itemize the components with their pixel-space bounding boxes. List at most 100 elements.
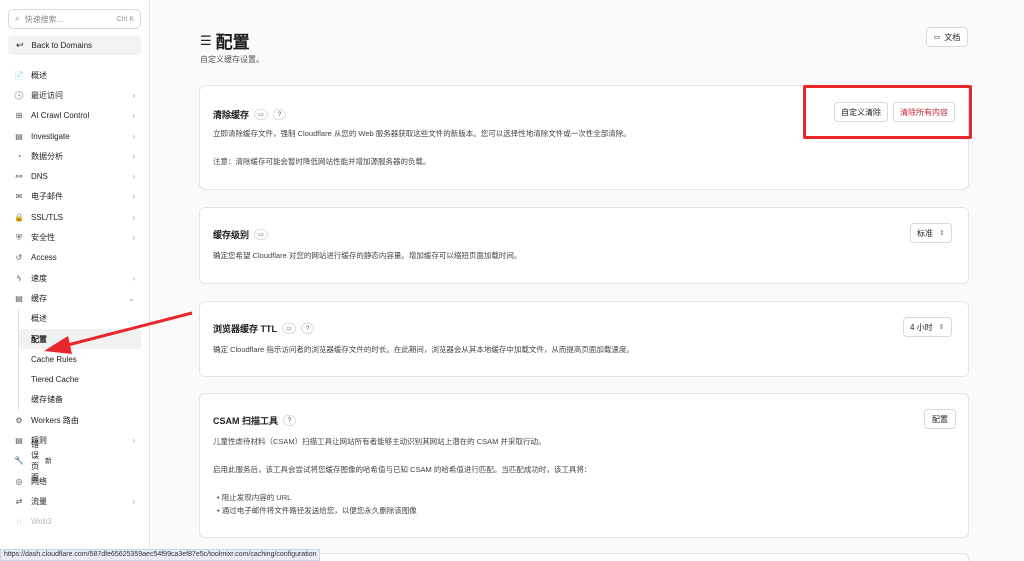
sidebar-item-access[interactable]: ↺ Access	[0, 248, 149, 268]
sidebar-item-investigate[interactable]: ▤ Investigate ›	[0, 126, 149, 146]
chevron-down-icon: ⌄	[128, 293, 135, 303]
sidebar-nav: 📄 概述 🕓 最近访问 › ⊞ AI Crawl Control › ▤ Investiga…	[0, 65, 149, 532]
sidebar-item-traffic[interactable]: ⇄ 流量 ›	[0, 491, 149, 511]
chevron-right-icon: ›	[132, 435, 135, 445]
chevron-right-icon: ›	[132, 172, 135, 182]
cache-level-card: 缓存级别 ▭ 确定您希望 Cloudflare 对您的网站进行缓存的静态内容量。…	[199, 207, 969, 284]
help-icon[interactable]: ?	[283, 415, 296, 426]
chevron-right-icon: ›	[132, 192, 135, 202]
rules-icon: ▤	[15, 435, 23, 445]
sidebar-item-network[interactable]: ◎ 网络	[0, 471, 149, 491]
page-subtitle: 自定义缓存设置。	[200, 55, 264, 64]
sidebar-item-label: 数据分析	[31, 151, 63, 161]
csam-card: CSAM 扫描工具 ? 儿童性虐待材料（CSAM）扫描工具让网站所有者能够主动识…	[199, 393, 969, 538]
list-item: • 通过电子邮件将文件路径发送给您，以便您永久删除该图像	[217, 506, 417, 515]
help-icon[interactable]: ?	[301, 323, 314, 334]
sidebar-subitem-tiered-cache[interactable]: Tiered Cache	[19, 369, 149, 389]
cache-level-select[interactable]: 标准 ⇕	[910, 223, 952, 243]
sidebar-subitem-configuration[interactable]: 配置	[19, 328, 141, 350]
sidebar-item-email[interactable]: ✉ 电子邮件 ›	[0, 187, 149, 207]
list-item: • 阻止发现内容的 URL	[217, 493, 292, 502]
cache-level-value: 标准	[917, 228, 933, 238]
chevron-updown-icon: ⇕	[939, 230, 945, 237]
browser-ttl-description: 确定 Cloudflare 指示访问者的浏览器缓存文件的时长。在此期间，浏览器会…	[213, 345, 634, 354]
sidebar-item-label: SSL/TLS	[31, 212, 64, 222]
csam-configure-button[interactable]: 配置	[924, 409, 956, 429]
page-title-text: 配置	[215, 33, 250, 52]
sidebar-subitem-overview[interactable]: 概述	[19, 309, 149, 329]
workers-icon: ⚙	[15, 415, 23, 425]
documentation-button[interactable]: ▭ 文档	[926, 27, 968, 47]
sidebar-item-caching[interactable]: ▤ 缓存 ⌄	[0, 288, 149, 308]
sidebar-item-error-pages[interactable]: 🔧 错误页面新	[0, 440, 149, 482]
sidebar-item-security[interactable]: ⛨ 安全性 ›	[0, 227, 149, 247]
pie-chart-icon: ◔	[16, 151, 22, 161]
sidebar-item-label: Web3	[31, 517, 52, 527]
wrench-icon: 🔧	[14, 456, 24, 466]
book-icon[interactable]: ▭	[282, 323, 296, 334]
main-content: ☰ 配置 自定义缓存设置。 ▭ 文档 清除缓存 ▭ ? 立即清除缓存文件，强制 …	[151, 0, 1024, 561]
chevron-right-icon: ›	[132, 131, 135, 141]
csam-description-2: 启用此服务后，该工具会尝试将您缓存图像的哈希值与已知 CSAM 的哈希值进行匹配…	[213, 465, 592, 474]
sidebar-subitem-cache-reserve[interactable]: 缓存储备	[19, 390, 149, 410]
back-to-domains-button[interactable]: ↩ Back to Domains	[8, 36, 141, 55]
browser-ttl-select[interactable]: 4 小时 ⇕	[903, 317, 952, 337]
search-box[interactable]: ⌕ 快速搜索... Ctrl K	[8, 9, 141, 29]
highlight-box	[803, 85, 972, 139]
lock-icon: 🔒	[14, 212, 24, 222]
sidebar-item-label: AI Crawl Control	[31, 111, 90, 121]
book-icon[interactable]: ▭	[254, 229, 269, 240]
chevron-right-icon: ›	[132, 273, 135, 283]
sidebar-item-speed[interactable]: ϟ 速度 ›	[0, 268, 149, 288]
shield-icon: ⛨	[16, 232, 22, 242]
sidebar-item-workers-routes[interactable]: ⚙ Workers 路由	[0, 410, 149, 430]
sidebar-subitem-cache-rules[interactable]: Cache Rules	[19, 349, 149, 369]
documentation-label: 文档	[944, 32, 961, 42]
sidebar-item-label: Workers 路由	[31, 415, 79, 425]
chevron-right-icon: ›	[132, 212, 135, 222]
lightning-icon: ϟ	[16, 273, 22, 283]
network-icon: ⚯	[15, 172, 23, 182]
sidebar-item-web3[interactable]: ◌ Web3	[0, 512, 149, 532]
sidebar-item-recent[interactable]: 🕓 最近访问 ›	[0, 85, 149, 105]
browser-ttl-title: 浏览器缓存 TTL ▭ ?	[213, 322, 314, 335]
sidebar-item-label: 缓存	[31, 293, 47, 303]
book-icon[interactable]: ▭	[254, 109, 269, 120]
back-label: Back to Domains	[31, 41, 93, 50]
web3-icon: ◌	[16, 517, 22, 527]
sidebar-item-rules[interactable]: ▤ 规则 ›	[0, 430, 149, 450]
new-badge: 新	[45, 457, 52, 465]
book-icon: ▭	[933, 34, 941, 41]
sidebar-item-label: 安全性	[31, 233, 55, 243]
sidebar: ⌕ 快速搜索... Ctrl K ↩ Back to Domains 📄 概述 🕓…	[0, 0, 150, 561]
sidebar-item-overview[interactable]: 📄 概述	[0, 65, 149, 85]
cache-level-description: 确定您希望 Cloudflare 对您的网站进行缓存的静态内容量。增加缓存可以缩…	[213, 251, 522, 260]
csam-bullet-1: 阻止发现内容的 URL	[221, 493, 292, 502]
browser-ttl-title-text: 浏览器缓存 TTL	[213, 324, 277, 334]
sidebar-item-analytics[interactable]: ◔ 数据分析 ›	[0, 146, 149, 166]
browser-ttl-card: 浏览器缓存 TTL ▭ ? 确定 Cloudflare 指示访问者的浏览器缓存文…	[199, 301, 969, 377]
sidebar-item-ssl[interactable]: 🔒 SSL/TLS ›	[0, 207, 149, 227]
search-placeholder: 快速搜索...	[24, 14, 64, 24]
purge-cache-title: 清除缓存 ▭ ?	[213, 108, 287, 121]
help-icon[interactable]: ?	[273, 109, 287, 120]
grid-icon: ⊞	[15, 111, 23, 121]
back-arrow-icon: ↩	[16, 40, 24, 50]
sidebar-item-label: 网络	[31, 476, 47, 486]
clock-icon: 🕓	[14, 90, 24, 100]
sidebar-item-label: Access	[31, 253, 57, 263]
purge-cache-note: 注意：清除缓存可能会暂时降低网站性能并增加源服务器的负载。	[213, 157, 431, 166]
sidebar-item-dns[interactable]: ⚯ DNS ›	[0, 166, 149, 186]
sidebar-item-label: 速度	[31, 273, 47, 283]
status-bar-url: https://dash.cloudflare.com/587dfe656253…	[0, 549, 321, 561]
chevron-right-icon: ›	[132, 233, 135, 243]
sidebar-item-label: DNS	[31, 172, 48, 182]
access-icon: ↺	[15, 253, 23, 263]
purge-title-text: 清除缓存	[213, 110, 250, 120]
sidebar-item-label: 电子邮件	[31, 192, 63, 202]
sidebar-item-ai-crawl[interactable]: ⊞ AI Crawl Control ›	[0, 106, 149, 126]
page-title: ☰ 配置	[200, 28, 250, 53]
search-icon: ⌕	[15, 14, 20, 23]
list-icon: ▤	[15, 131, 23, 141]
globe-icon: ◎	[15, 476, 23, 486]
